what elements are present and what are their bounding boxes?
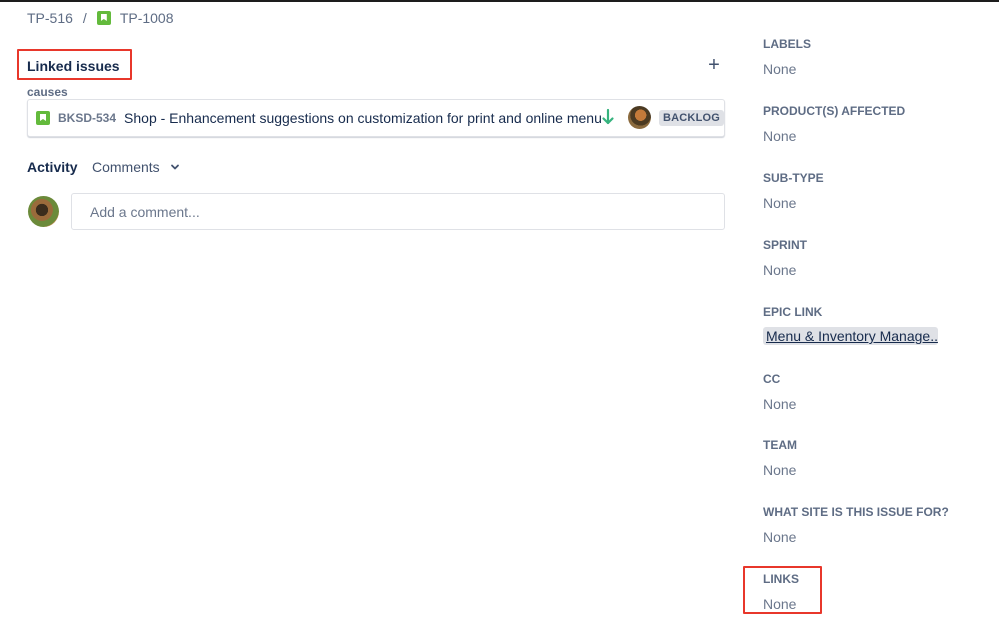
- breadcrumb-separator: /: [82, 10, 87, 26]
- field-label: SPRINT: [763, 238, 808, 252]
- status-badge[interactable]: BACKLOG: [659, 110, 725, 126]
- field-value[interactable]: None: [763, 529, 949, 545]
- top-border: [0, 0, 999, 2]
- field-team: TEAM None: [763, 438, 797, 478]
- field-label: WHAT SITE IS THIS ISSUE FOR?: [763, 505, 949, 519]
- breadcrumb-current-link[interactable]: TP-1008: [120, 10, 174, 26]
- activity-filter-dropdown[interactable]: Comments: [92, 159, 180, 175]
- field-cc: CC None: [763, 372, 796, 412]
- field-value[interactable]: None: [763, 195, 824, 211]
- field-epic-link: EPIC LINK Menu & Inventory Manage...: [763, 305, 938, 350]
- linked-issue-card[interactable]: BKSD-534 Shop - Enhancement suggestions …: [27, 99, 725, 137]
- story-icon: [96, 11, 111, 25]
- field-products-affected: PRODUCT(S) AFFECTED None: [763, 104, 905, 144]
- field-sub-type: SUB-TYPE None: [763, 171, 824, 211]
- field-value[interactable]: None: [763, 128, 905, 144]
- field-label: SUB-TYPE: [763, 171, 824, 185]
- linked-issue-key[interactable]: BKSD-534: [58, 111, 116, 125]
- add-linked-issue-button[interactable]: +: [704, 54, 724, 76]
- comment-input[interactable]: [71, 193, 725, 230]
- activity-filter-label: Comments: [92, 159, 160, 175]
- field-value[interactable]: None: [763, 262, 807, 278]
- field-value[interactable]: None: [763, 596, 799, 612]
- link-type-label: causes: [27, 85, 68, 99]
- breadcrumb-parent-link[interactable]: TP-516: [27, 10, 73, 26]
- field-labels: LABELS None: [763, 37, 811, 77]
- field-label: PRODUCT(S) AFFECTED: [763, 104, 906, 118]
- field-label: TEAM: [763, 438, 797, 452]
- epic-link-lozenge[interactable]: Menu & Inventory Manage...: [763, 327, 938, 345]
- field-label: LINKS: [763, 572, 799, 586]
- field-label: EPIC LINK: [763, 305, 823, 319]
- activity-heading: Activity: [27, 159, 78, 175]
- field-links: LINKS None: [763, 572, 799, 612]
- assignee-avatar[interactable]: [628, 106, 651, 129]
- field-site: WHAT SITE IS THIS ISSUE FOR? None: [763, 505, 949, 545]
- field-sprint: SPRINT None: [763, 238, 807, 278]
- story-icon: [36, 111, 50, 125]
- linked-issues-heading: Linked issues: [27, 58, 120, 74]
- field-label: CC: [763, 372, 781, 386]
- field-label: LABELS: [763, 37, 811, 51]
- field-value[interactable]: None: [763, 462, 797, 478]
- breadcrumb: TP-516 / TP-1008: [27, 8, 174, 28]
- linked-issue-summary[interactable]: Shop - Enhancement suggestions on custom…: [124, 110, 602, 126]
- avatar: [28, 196, 59, 227]
- chevron-down-icon: [170, 164, 179, 170]
- arrow-down-icon: [602, 108, 614, 125]
- field-value[interactable]: None: [763, 396, 796, 412]
- field-value[interactable]: None: [763, 61, 811, 77]
